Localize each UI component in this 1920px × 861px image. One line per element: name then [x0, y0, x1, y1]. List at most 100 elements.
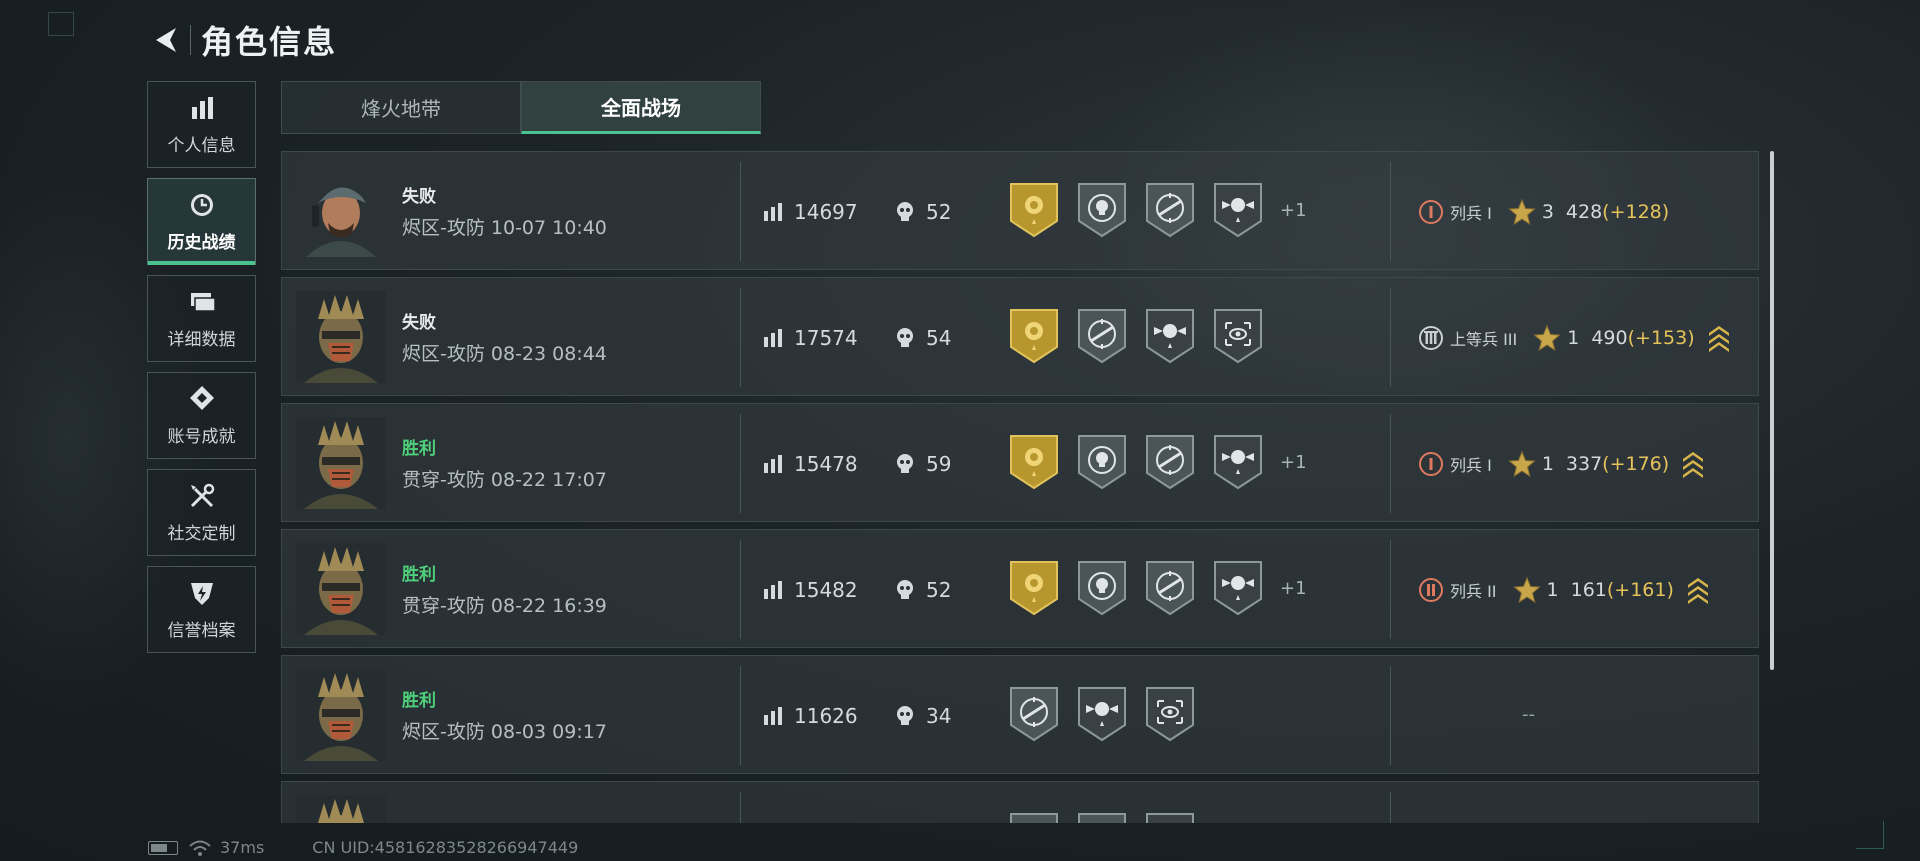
- kills-value: 54: [926, 325, 952, 350]
- column-divider: [1390, 666, 1391, 765]
- match-mode-time: 烬区-攻防 08-23 08:44: [402, 342, 607, 365]
- medal-badges: +1: [1008, 559, 1307, 617]
- rank-empty-placeholder: --: [1522, 704, 1535, 725]
- sidebar-item-3[interactable]: 详细数据: [147, 275, 256, 362]
- rank-points: 490: [1591, 326, 1628, 349]
- header-divider: [190, 25, 191, 55]
- rifle-target-badge[interactable]: [1144, 181, 1196, 239]
- sidebar: 个人信息历史战绩详细数据账号成就社交定制信誉档案: [147, 81, 257, 663]
- kills-value: 52: [926, 199, 952, 224]
- match-history-list[interactable]: 失败 烬区-攻防 10-07 10:40 14697 52 +1 列兵 I 3 428 (+12…: [281, 151, 1759, 823]
- match-row[interactable]: 失败 烬区-攻防 08-23 08:44 17574 54 上等兵 III 1 490 (+1…: [281, 277, 1759, 396]
- rank-name: 上等兵 III: [1450, 329, 1518, 349]
- score-value: 15478: [794, 451, 858, 476]
- player-avatar: [296, 290, 386, 383]
- wifi-icon: [189, 840, 211, 856]
- winged-skull-badge[interactable]: [1212, 559, 1264, 617]
- eye-scope-badge[interactable]: [1144, 811, 1196, 823]
- score-block: 15478 59: [762, 404, 951, 523]
- score-bars-icon: [762, 579, 784, 601]
- match-mode-time: 烬区-攻防 10-07 10:40: [402, 216, 607, 239]
- player-avatar: [296, 668, 386, 761]
- rank-points: 428: [1565, 200, 1603, 223]
- sidebar-item-5[interactable]: 社交定制: [147, 469, 256, 556]
- match-info: 胜利 贯穿-攻防 08-22 16:39: [402, 560, 722, 618]
- sidebar-item-label: 信誉档案: [167, 621, 236, 641]
- winged-skull-badge[interactable]: [1212, 433, 1264, 491]
- skull-target-badge[interactable]: [1076, 811, 1128, 823]
- star-count: 1: [1541, 452, 1554, 475]
- bar-chart-icon: [187, 93, 217, 123]
- skull-icon: [894, 579, 916, 601]
- match-row[interactable]: 失败 烬区-攻防 10-07 10:40 14697 52 +1 列兵 I 3 428 (+12…: [281, 151, 1759, 270]
- score-block: 15482 52: [762, 530, 951, 649]
- score-value: 11626: [794, 703, 858, 728]
- sidebar-item-label: 详细数据: [167, 330, 236, 350]
- player-avatar: [296, 794, 386, 823]
- gold-rose-badge[interactable]: [1008, 559, 1060, 617]
- match-info: 失败 烬区-攻防 10-07 10:40: [402, 182, 722, 240]
- score-bars-icon: [762, 705, 784, 727]
- corner-decoration: [48, 12, 74, 36]
- more-badges-count[interactable]: +1: [1280, 578, 1307, 599]
- scrollbar[interactable]: [1770, 151, 1774, 670]
- star-count: 1: [1546, 578, 1559, 601]
- skull-icon: [894, 201, 916, 223]
- star-icon: [1512, 576, 1541, 604]
- rank-up-chevron-icon: [1686, 575, 1710, 605]
- column-divider: [1390, 792, 1391, 823]
- column-divider: [740, 666, 741, 765]
- rifle-target-badge[interactable]: [1144, 433, 1196, 491]
- sidebar-item-4[interactable]: 账号成就: [147, 372, 256, 459]
- match-row[interactable]: 胜利: [281, 781, 1759, 823]
- tools-icon: [187, 481, 217, 511]
- rank-points-delta: (+128): [1602, 200, 1670, 223]
- match-row[interactable]: 胜利 烬区-攻防 08-03 09:17 11626 34 --: [281, 655, 1759, 774]
- winged-skull-badge[interactable]: [1076, 685, 1128, 743]
- battery-icon: [148, 840, 178, 855]
- score-block: 17574 54: [762, 278, 951, 397]
- tab-1[interactable]: 烽火地带: [281, 81, 521, 134]
- column-divider: [740, 414, 741, 513]
- match-row[interactable]: 胜利 贯穿-攻防 08-22 16:39 15482 52 +1 列兵 II 1 161 (+1…: [281, 529, 1759, 648]
- sidebar-item-6[interactable]: 信誉档案: [147, 566, 256, 653]
- score-bars-icon: [762, 201, 784, 223]
- score-value: 14697: [794, 199, 858, 224]
- rifle-target-badge[interactable]: [1008, 685, 1060, 743]
- shield-bolt-icon: [187, 578, 217, 608]
- match-row[interactable]: 胜利 贯穿-攻防 08-22 17:07 15478 59 +1 列兵 I 1 337 (+17…: [281, 403, 1759, 522]
- score-block: 11626 34: [762, 656, 951, 775]
- rank-name: 列兵 I: [1450, 203, 1492, 223]
- gold-rose-badge[interactable]: [1008, 181, 1060, 239]
- rank-points-delta: (+161): [1606, 578, 1674, 601]
- medal-badges: +1: [1008, 433, 1307, 491]
- rank-block: 列兵 I 1 337 (+176): [1418, 404, 1705, 523]
- gold-rose-badge[interactable]: [1008, 433, 1060, 491]
- skull-target-badge[interactable]: [1076, 181, 1128, 239]
- more-badges-count[interactable]: +1: [1280, 200, 1307, 221]
- up-badge[interactable]: [1008, 811, 1060, 823]
- rifle-target-badge[interactable]: [1076, 307, 1128, 365]
- more-badges-count[interactable]: +1: [1280, 452, 1307, 473]
- match-mode-time: 贯穿-攻防 08-22 16:39: [402, 594, 607, 617]
- gold-rose-badge[interactable]: [1008, 307, 1060, 365]
- sidebar-item-2[interactable]: 历史战绩: [147, 178, 256, 265]
- score-bars-icon: [762, 327, 784, 349]
- column-divider: [1390, 414, 1391, 513]
- eye-scope-badge[interactable]: [1212, 307, 1264, 365]
- back-button[interactable]: [148, 22, 184, 58]
- tab-bar: 烽火地带 全面战场: [281, 81, 761, 134]
- skull-target-badge[interactable]: [1076, 559, 1128, 617]
- skull-icon: [894, 453, 916, 475]
- tab-2[interactable]: 全面战场: [521, 81, 761, 134]
- match-info: 失败 烬区-攻防 08-23 08:44: [402, 308, 722, 366]
- match-info: 胜利 贯穿-攻防 08-22 17:07: [402, 434, 722, 492]
- skull-target-badge[interactable]: [1076, 433, 1128, 491]
- winged-skull-badge[interactable]: [1144, 307, 1196, 365]
- sidebar-item-1[interactable]: 个人信息: [147, 81, 256, 168]
- rank-points-delta: (+176): [1602, 452, 1670, 475]
- eye-scope-badge[interactable]: [1144, 685, 1196, 743]
- winged-skull-badge[interactable]: [1212, 181, 1264, 239]
- rifle-target-badge[interactable]: [1144, 559, 1196, 617]
- skull-icon: [894, 705, 916, 727]
